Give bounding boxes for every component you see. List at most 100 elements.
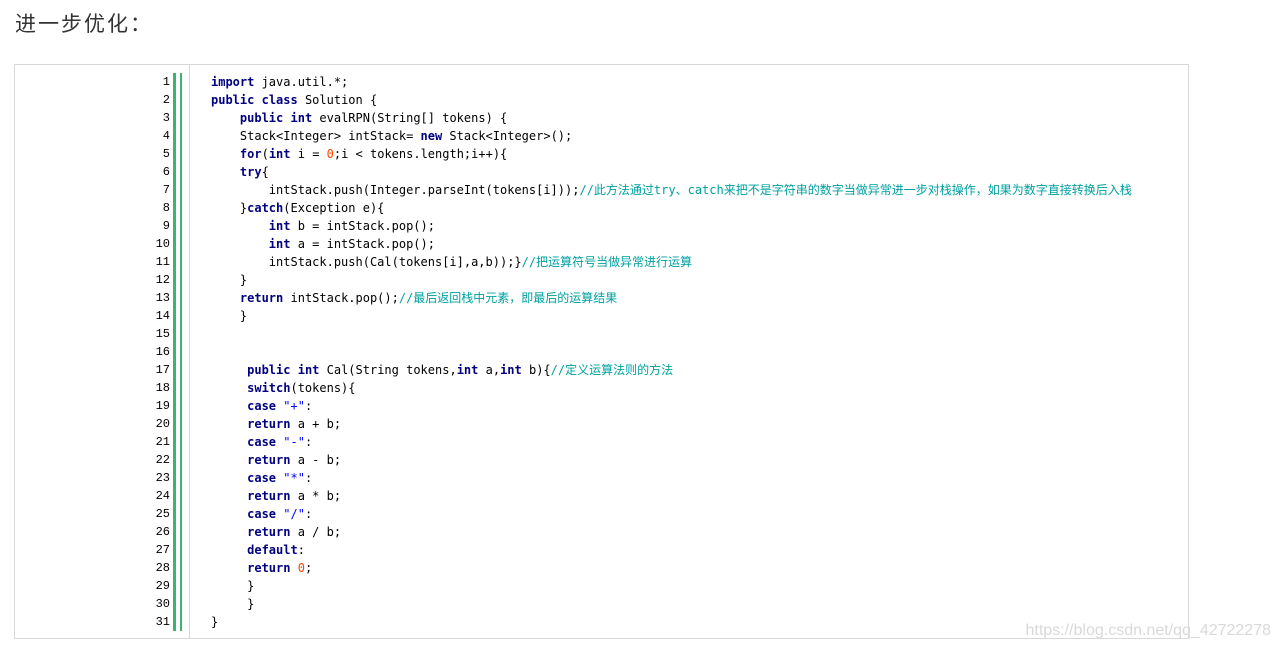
code-string: "*": [283, 471, 305, 485]
code-text: (tokens){: [290, 381, 356, 395]
code-keyword: new: [420, 129, 443, 143]
code-text: a + b;: [290, 417, 342, 431]
code-line: int b = intStack.pop();: [211, 217, 1132, 235]
code-line: int a = intStack.pop();: [211, 235, 1132, 253]
code-line: return 0;: [211, 559, 1132, 577]
line-number: 8: [162, 201, 170, 215]
code-line: }: [211, 577, 1132, 595]
line-number: 14: [155, 309, 170, 323]
code-text: :: [304, 507, 313, 521]
gutter-bar: [173, 73, 176, 631]
code-keyword: import: [211, 75, 255, 89]
code-line: }: [211, 307, 1132, 325]
code-line: }: [211, 271, 1132, 289]
code-text: {: [261, 165, 269, 179]
code-comment: //此方法通过try、catch来把不是字符串的数字当做异常进一步对栈操作，如果…: [579, 183, 1132, 197]
line-number: 11: [155, 255, 170, 269]
code-text: :: [304, 399, 313, 413]
code-line: import java.util.*;: [211, 73, 1132, 91]
code-text: }: [211, 273, 248, 287]
code-text: b = intStack.pop();: [290, 219, 435, 233]
code-text: Stack<Integer> intStack=: [211, 129, 421, 143]
code-text: a = intStack.pop();: [290, 237, 435, 251]
line-number: 19: [155, 399, 170, 413]
line-number: 7: [162, 183, 170, 197]
line-number: 4: [162, 129, 170, 143]
code-keyword: public: [247, 363, 291, 377]
line-number: 5: [162, 147, 170, 161]
code-comment: //把运算符号当做异常进行运算: [521, 255, 693, 269]
line-number: 22: [155, 453, 170, 467]
code-text: b){: [521, 363, 551, 377]
code-keyword: return: [247, 453, 291, 467]
code-text: }: [211, 201, 248, 215]
code-text: ;i < tokens.length;i++){: [333, 147, 508, 161]
gutter-bar: [180, 73, 182, 631]
code-keyword: return: [247, 561, 291, 575]
code-line: case "*":: [211, 469, 1132, 487]
code-line: public int Cal(String tokens,int a,int b…: [211, 361, 1132, 379]
code-keyword: return: [247, 525, 291, 539]
code-line: try{: [211, 163, 1132, 181]
code-line: switch(tokens){: [211, 379, 1132, 397]
code-text: Solution {: [297, 93, 378, 107]
code-text: }: [211, 597, 255, 611]
line-number: 1: [162, 75, 170, 89]
code-text: a / b;: [290, 525, 342, 539]
code-keyword: int: [268, 147, 291, 161]
code-keyword: catch: [247, 201, 284, 215]
line-number: 30: [155, 597, 170, 611]
code-text: }: [211, 309, 248, 323]
code-line: }: [211, 595, 1132, 613]
code-text: evalRPN(String[] tokens) {: [312, 111, 508, 125]
code-keyword: case: [247, 435, 277, 449]
code-line: return a + b;: [211, 415, 1132, 433]
code-keyword: class: [261, 93, 298, 107]
code-keyword: switch: [247, 381, 291, 395]
code-keyword: int: [456, 363, 479, 377]
code-keyword: case: [247, 471, 277, 485]
code-comment: //定义运算法则的方法: [550, 363, 674, 377]
line-number: 28: [155, 561, 170, 575]
code-keyword: for: [239, 147, 262, 161]
code-keyword: return: [247, 489, 291, 503]
section-heading: 进一步优化：: [15, 12, 153, 36]
code-keyword: try: [239, 165, 262, 179]
line-number-gutter: 1 2 3 4 5 6 7 8 9 10 11 12 13 14 15 16 17 18 19 20 21 22 23 24 2…: [15, 65, 190, 638]
line-number: 27: [155, 543, 170, 557]
code-keyword: default: [247, 543, 298, 557]
code-line: return a / b;: [211, 523, 1132, 541]
code-keyword: int: [268, 219, 291, 233]
code-text: intStack.push(Integer.parseInt(tokens[i]…: [211, 183, 580, 197]
code-text: a - b;: [290, 453, 342, 467]
code-text: java.util.*;: [254, 75, 349, 89]
line-number: 26: [155, 525, 170, 539]
line-number: 25: [155, 507, 170, 521]
code-comment: //最后返回栈中元素，即最后的运算结果: [398, 291, 618, 305]
code-line: public class Solution {: [211, 91, 1132, 109]
code-line: }: [211, 613, 1132, 631]
code-text: a * b;: [290, 489, 342, 503]
line-number: 9: [162, 219, 170, 233]
code-text: }: [211, 615, 219, 629]
code-text: Cal(String tokens,: [319, 363, 457, 377]
code-line: intStack.push(Cal(tokens[i],a,b));}//把运算…: [211, 253, 1132, 271]
code-text: (Exception e){: [283, 201, 385, 215]
code-content[interactable]: import java.util.*; public class Solution…: [211, 73, 1132, 631]
code-keyword: int: [290, 111, 313, 125]
code-line: return a * b;: [211, 487, 1132, 505]
code-line: case "/":: [211, 505, 1132, 523]
code-text: }: [211, 579, 255, 593]
